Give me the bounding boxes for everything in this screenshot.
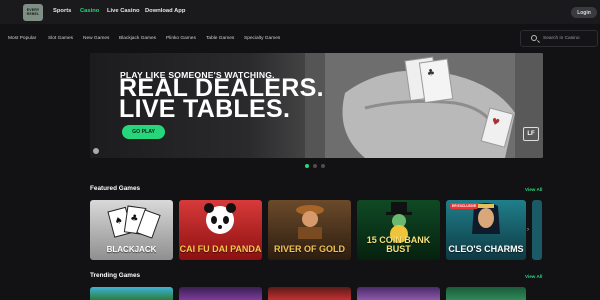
dealer-hand-with-cards-image: ♣ ♥ (305, 53, 543, 158)
featured-games-title: Featured Games (90, 185, 141, 192)
trending-tile-4[interactable] (357, 287, 440, 300)
hero-headline: REAL DEALERS. LIVE TABLES. (119, 76, 324, 123)
category-table-games[interactable]: Table Games (206, 36, 234, 41)
game-title-cleos-charms: CLEO'S CHARMS (448, 244, 524, 254)
game-tile-15-coin-bank-bust[interactable]: 15 COIN BANK BUST (357, 200, 440, 260)
top-navigation-bar: EVERY REBEL Sports Casino Live Casino Do… (0, 0, 600, 24)
featured-view-all-link[interactable]: View All (525, 187, 542, 192)
nav-live-casino[interactable]: Live Casino (107, 8, 140, 14)
nav-casino[interactable]: Casino (80, 8, 99, 14)
game-tile-cai-fu-dai-panda[interactable]: CAI FU DAI PANDA (179, 200, 262, 260)
trending-view-all-link[interactable]: View All (525, 274, 542, 279)
nav-download-app[interactable]: Download App (145, 8, 185, 14)
carousel-dot-3[interactable] (321, 164, 325, 168)
hero-banner[interactable]: ♣ ♥ PLAY LIKE SOMEONE'S WATCHING. REAL D… (90, 53, 543, 158)
carousel-dot-2[interactable] (313, 164, 317, 168)
lf-badge: LF (523, 127, 539, 141)
go-play-button[interactable]: GO PLAY (122, 125, 165, 139)
svg-text:♣: ♣ (426, 68, 435, 79)
category-slot-games[interactable]: Slot Games (48, 36, 73, 41)
trending-games-title: Trending Games (90, 272, 141, 279)
trending-tile-2[interactable] (179, 287, 262, 300)
trending-tile-1[interactable] (90, 287, 173, 300)
chevron-right-icon[interactable]: › (527, 227, 529, 233)
game-tile-blackjack[interactable]: ♠ ♣ BLACKJACK (90, 200, 173, 260)
game-title-blackjack: BLACKJACK (106, 245, 157, 254)
category-plinko-games[interactable]: Plinko Games (166, 36, 196, 41)
category-specialty-games[interactable]: Specialty Games (244, 36, 280, 41)
category-most-popular[interactable]: Most Popular (8, 36, 36, 41)
game-title-cai-fu-dai-panda: CAI FU DAI PANDA (179, 244, 262, 254)
exclusive-badge: ER EXCLUSIVE (450, 203, 479, 209)
provider-badge-icon (93, 148, 99, 154)
search-placeholder: Search in Casino (543, 36, 580, 41)
game-title-river-of-gold: RIVER OF GOLD (273, 244, 345, 254)
hero-headline-line-2: LIVE TABLES. (119, 95, 291, 123)
game-title-15-coin-bank-bust: 15 COIN BANK BUST (366, 235, 431, 254)
game-tile-river-of-gold[interactable]: RIVER OF GOLD (268, 200, 351, 260)
every-rebel-logo[interactable]: EVERY REBEL (23, 4, 43, 21)
game-tile-partial[interactable] (532, 200, 542, 260)
trending-tile-5[interactable] (446, 287, 526, 300)
logo-line-2: REBEL (26, 11, 40, 16)
carousel-dot-1[interactable] (305, 164, 309, 168)
trending-tile-3[interactable] (268, 287, 351, 300)
search-input[interactable]: Search in Casino (520, 30, 598, 47)
login-button[interactable]: Login (571, 7, 597, 18)
hero-side-text (92, 57, 97, 101)
nav-sports[interactable]: Sports (53, 8, 71, 14)
svg-text:♣: ♣ (130, 213, 139, 224)
game-tile-cleos-charms[interactable]: ER EXCLUSIVE CLEO'S CHARMS (446, 200, 526, 260)
category-new-games[interactable]: New Games (83, 36, 109, 41)
category-blackjack-games[interactable]: Blackjack Games (119, 36, 156, 41)
search-icon (531, 35, 537, 41)
